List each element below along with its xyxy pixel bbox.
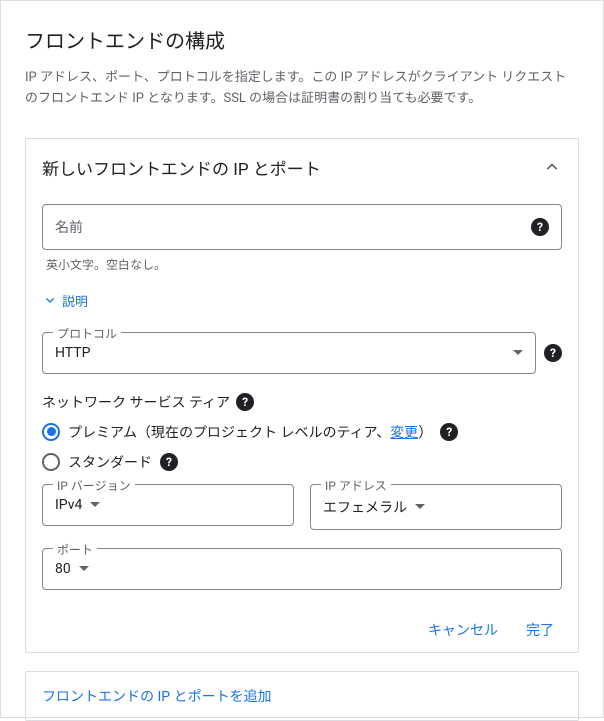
description-toggle-label: 説明 <box>62 291 88 310</box>
help-icon[interactable]: ? <box>544 344 562 362</box>
ip-version-select[interactable]: IP バージョン IPv4 <box>42 484 294 526</box>
chevron-up-icon[interactable] <box>542 157 562 177</box>
name-placeholder: 名前 <box>55 217 531 237</box>
radio-checked-icon <box>42 423 60 441</box>
ip-address-label: IP アドレス <box>321 477 391 494</box>
chevron-down-icon <box>513 350 523 355</box>
tier-standard-label: スタンダード <box>68 452 152 472</box>
help-icon[interactable]: ? <box>236 393 254 411</box>
help-icon[interactable]: ? <box>160 453 178 471</box>
cancel-button[interactable]: キャンセル <box>428 620 498 640</box>
tier-change-link[interactable]: 変更 <box>390 425 418 441</box>
protocol-value: HTTP <box>55 345 505 361</box>
page-title: フロントエンドの構成 <box>25 25 579 54</box>
port-select[interactable]: ポート 80 <box>42 548 562 590</box>
name-input[interactable]: 名前 ? <box>42 204 562 250</box>
tier-premium-label: プレミアム（現在のプロジェクト レベルのティア、変更） <box>68 422 432 442</box>
ip-address-value: エフェメラル <box>323 497 407 517</box>
ip-version-label: IP バージョン <box>53 477 135 494</box>
card-title: 新しいフロントエンドの IP とポート <box>42 155 321 180</box>
card-header[interactable]: 新しいフロントエンドの IP とポート <box>42 155 562 180</box>
radio-unchecked-icon <box>42 453 60 471</box>
chevron-down-icon <box>415 504 425 509</box>
chevron-down-icon <box>42 292 58 308</box>
page-description: IP アドレス、ポート、プロトコルを指定します。この IP アドレスがクライアン… <box>25 68 579 110</box>
done-button[interactable]: 完了 <box>526 620 554 640</box>
tier-standard-radio[interactable]: スタンダード ? <box>42 452 562 472</box>
help-icon[interactable]: ? <box>440 423 458 441</box>
port-label: ポート <box>53 541 97 558</box>
chevron-down-icon <box>79 566 89 571</box>
chevron-down-icon <box>90 502 100 507</box>
add-frontend-link[interactable]: フロントエンドの IP とポートを追加 <box>25 671 579 721</box>
tier-premium-radio[interactable]: プレミアム（現在のプロジェクト レベルのティア、変更） ? <box>42 422 562 442</box>
protocol-label: プロトコル <box>53 325 121 342</box>
port-value: 80 <box>55 561 71 577</box>
frontend-card: 新しいフロントエンドの IP とポート 名前 ? 英小文字。空白なし。 説明 プ… <box>25 138 579 653</box>
ip-address-select[interactable]: IP アドレス エフェメラル <box>310 484 562 530</box>
ip-version-value: IPv4 <box>55 497 82 513</box>
name-helper: 英小文字。空白なし。 <box>46 256 562 273</box>
protocol-select[interactable]: プロトコル HTTP <box>42 332 536 374</box>
description-toggle[interactable]: 説明 <box>42 291 562 310</box>
tier-section-label: ネットワーク サービス ティア ? <box>42 392 562 412</box>
help-icon[interactable]: ? <box>531 218 549 236</box>
